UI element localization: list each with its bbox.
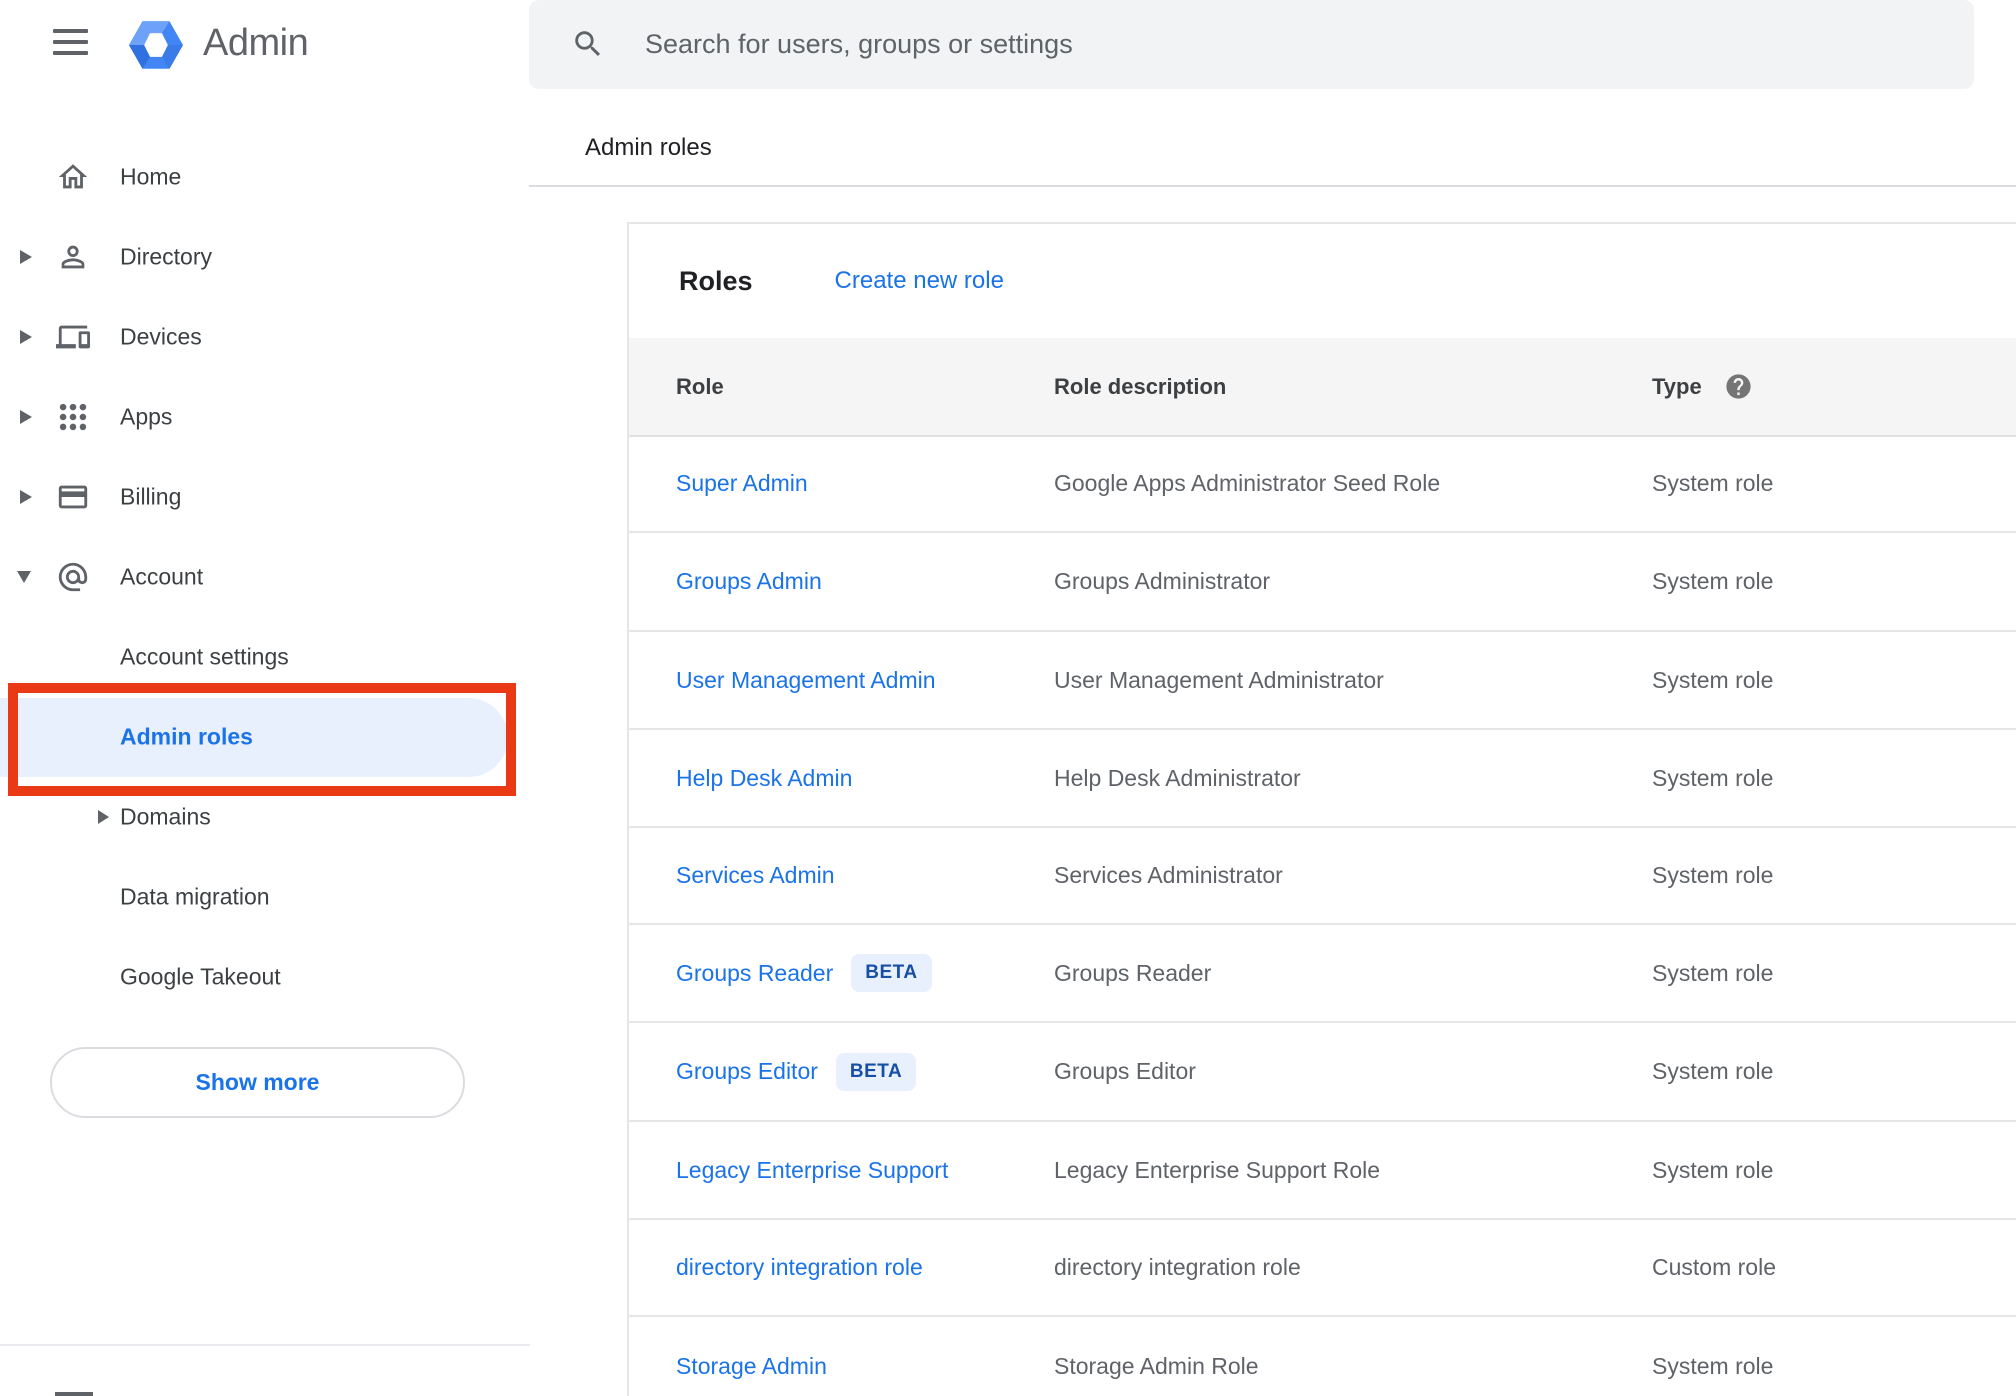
role-description: Groups Administrator — [1054, 568, 1271, 594]
role-type: System role — [1652, 1352, 1774, 1379]
sidebar-item-label: Account — [120, 563, 204, 590]
column-header-type: Type — [1652, 338, 1753, 435]
role-type: System role — [1652, 764, 1774, 791]
role-link[interactable]: Legacy Enterprise Support — [676, 1157, 948, 1184]
role-description: Groups Reader — [1054, 959, 1212, 986]
sidebar-item-label: Devices — [120, 323, 202, 350]
at-icon — [58, 562, 88, 592]
expand-arrow-icon[interactable] — [20, 250, 32, 264]
sidebar-item-billing[interactable]: Billing — [0, 457, 530, 537]
table-row[interactable]: Help Desk Admin Help Desk Administrator … — [629, 730, 2016, 828]
google-admin-console: Admin Search for users, groups or settin… — [0, 0, 2016, 1396]
role-link[interactable]: User Management Admin — [676, 667, 936, 694]
role-type: System role — [1652, 1058, 1774, 1084]
role-description: directory integration role — [1054, 1254, 1301, 1280]
sidebar-item-label: Account settings — [120, 643, 289, 670]
sidebar-item-label: Domains — [120, 803, 211, 830]
role-type: Custom role — [1652, 1254, 1776, 1280]
apps-icon — [59, 403, 87, 431]
role-link[interactable]: Storage Admin — [676, 1353, 827, 1380]
home-icon — [58, 164, 88, 189]
create-new-role-link[interactable]: Create new role — [835, 267, 1004, 295]
search-input[interactable]: Search for users, groups or settings — [529, 0, 1974, 89]
role-type: System role — [1652, 666, 1774, 693]
sidebar-item-data-migration[interactable]: Data migration — [0, 857, 530, 937]
table-row[interactable]: Groups Editor BETA Groups Editor System … — [629, 1023, 2016, 1122]
role-type: System role — [1652, 1156, 1774, 1183]
expand-arrow-icon[interactable] — [98, 810, 109, 824]
sidebar-item-google-takeout[interactable]: Google Takeout — [0, 937, 530, 1017]
expand-arrow-icon[interactable] — [20, 330, 32, 344]
search-placeholder: Search for users, groups or settings — [645, 29, 1073, 59]
devices-icon — [56, 325, 90, 349]
role-type: System role — [1652, 862, 1774, 888]
sidebar-item-admin-roles[interactable]: Admin roles — [0, 697, 530, 777]
role-type: System role — [1652, 469, 1774, 496]
column-header-role: Role — [676, 373, 724, 399]
card-title: Roles — [679, 265, 753, 296]
role-description: Storage Admin Role — [1054, 1352, 1259, 1379]
table-row[interactable]: Storage Admin Storage Admin Role System … — [629, 1317, 2016, 1396]
table-row[interactable]: Groups Admin Groups Administrator System… — [629, 533, 2016, 632]
sidebar-item-label: Directory — [120, 243, 213, 270]
sidebar-item-home[interactable]: Home — [0, 137, 530, 217]
role-link[interactable]: Services Admin — [676, 862, 835, 889]
search-icon — [575, 31, 601, 57]
card-header: Roles Create new role — [629, 224, 2016, 338]
sidebar-item-apps[interactable]: Apps — [0, 377, 530, 457]
sidebar-item-label: Home — [120, 163, 182, 190]
table-row[interactable]: Groups Reader BETA Groups Reader System … — [629, 925, 2016, 1023]
sidebar-item-domains[interactable]: Domains — [0, 777, 530, 857]
role-description: Groups Editor — [1054, 1058, 1196, 1084]
show-more-button[interactable]: Show more — [50, 1047, 465, 1118]
role-link[interactable]: Groups Editor — [676, 1058, 818, 1085]
menu-icon[interactable] — [53, 29, 88, 55]
sidebar-item-account[interactable]: Account — [0, 537, 530, 617]
table-row[interactable]: Legacy Enterprise Support Legacy Enterpr… — [629, 1122, 2016, 1220]
app-title: Admin — [203, 22, 309, 64]
role-link[interactable]: directory integration role — [676, 1254, 923, 1281]
role-link[interactable]: Groups Admin — [676, 568, 822, 595]
column-header-type-label: Type — [1652, 373, 1702, 399]
role-description: Google Apps Administrator Seed Role — [1054, 469, 1441, 496]
sidebar-item-label: Google Takeout — [120, 963, 281, 990]
expand-arrow-icon[interactable] — [20, 490, 32, 504]
sidebar-divider — [0, 1344, 530, 1346]
role-description: User Management Administrator — [1054, 666, 1384, 693]
table-row[interactable]: User Management Admin User Management Ad… — [629, 632, 2016, 730]
role-type: System role — [1652, 959, 1774, 986]
expand-arrow-icon[interactable] — [20, 410, 32, 424]
sidebar-item-label: Apps — [120, 403, 173, 430]
role-description: Legacy Enterprise Support Role — [1054, 1156, 1381, 1183]
sidebar-item-label: Data migration — [120, 883, 270, 910]
header-divider — [529, 185, 2016, 187]
role-link[interactable]: Groups Reader — [676, 960, 833, 987]
role-link[interactable]: Help Desk Admin — [676, 765, 852, 792]
role-type: System role — [1652, 568, 1774, 594]
table-row[interactable]: Super Admin Google Apps Administrator Se… — [629, 435, 2016, 533]
role-description: Help Desk Administrator — [1054, 764, 1301, 791]
role-description: Services Administrator — [1054, 862, 1283, 888]
breadcrumb: Admin roles — [585, 134, 712, 161]
table-header: Role Role description Type — [629, 338, 2016, 437]
beta-badge: BETA — [835, 1052, 917, 1091]
sidebar-item-label: Admin roles — [120, 723, 253, 750]
admin-logo-icon[interactable] — [129, 18, 183, 72]
collapse-arrow-icon[interactable] — [17, 571, 31, 583]
column-header-description: Role description — [1054, 373, 1227, 399]
credit-card-icon — [58, 485, 88, 509]
sidebar-item-label: Billing — [120, 483, 182, 510]
cutoff-icon — [55, 1392, 93, 1396]
beta-badge: BETA — [851, 954, 932, 992]
sidebar-item-devices[interactable]: Devices — [0, 297, 530, 377]
sidebar-item-account-settings[interactable]: Account settings — [0, 617, 530, 697]
sidebar-item-directory[interactable]: Directory — [0, 217, 530, 297]
person-icon — [61, 245, 85, 269]
help-icon[interactable] — [1724, 372, 1753, 401]
roles-card: Roles Create new role Role Role descript… — [627, 222, 2016, 1396]
table-row[interactable]: directory integration role directory int… — [629, 1220, 2016, 1317]
table-row[interactable]: Services Admin Services Administrator Sy… — [629, 828, 2016, 925]
role-link[interactable]: Super Admin — [676, 470, 808, 497]
